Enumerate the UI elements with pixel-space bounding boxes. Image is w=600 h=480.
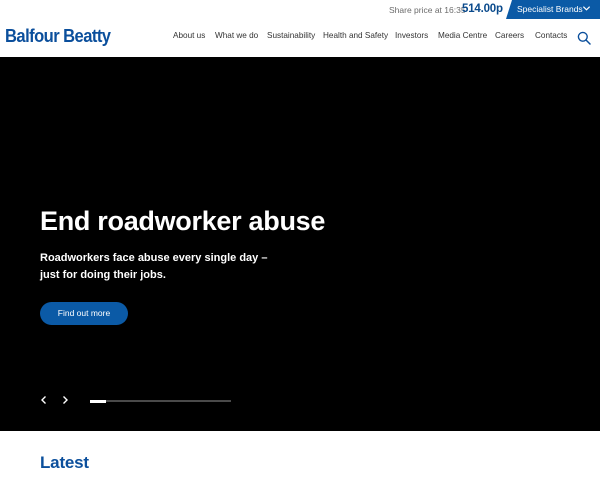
- utility-bar: Share price at 16:35 514.00p Specialist …: [0, 0, 600, 21]
- hero-title: End roadworker abuse: [40, 206, 326, 236]
- nav-about-us[interactable]: About us: [173, 31, 205, 40]
- nav-careers[interactable]: Careers: [495, 31, 524, 40]
- latest-heading: Latest: [40, 453, 89, 472]
- share-price-value: 514.00p: [462, 3, 503, 15]
- share-price-label: Share price at 16:35: [389, 5, 466, 15]
- slider-progress-fill: [90, 399, 106, 403]
- chevron-down-icon: [582, 6, 591, 11]
- nav-sustainability[interactable]: Sustainability: [267, 31, 315, 40]
- hero-banner: End roadworker abuse Roadworkers face ab…: [0, 57, 600, 431]
- chevron-left-icon[interactable]: [39, 394, 49, 406]
- nav-media-centre[interactable]: Media Centre: [438, 31, 487, 40]
- hero-subtitle-line-2: just for doing their jobs.: [40, 269, 166, 281]
- search-icon[interactable]: [577, 31, 591, 45]
- specialist-brands-label: Specialist Brands: [517, 4, 583, 14]
- nav-contacts[interactable]: Contacts: [535, 31, 567, 40]
- balfour-beatty-logo[interactable]: Balfour Beatty: [5, 26, 111, 47]
- find-out-more-button[interactable]: Find out more: [40, 302, 128, 325]
- specialist-brands-dropdown[interactable]: Specialist Brands: [506, 0, 600, 19]
- chevron-right-icon[interactable]: [60, 394, 70, 406]
- nav-health-and-safety[interactable]: Health and Safety: [323, 31, 388, 40]
- nav-investors[interactable]: Investors: [395, 31, 428, 40]
- hero-subtitle: Roadworkers face abuse every single day …: [40, 250, 270, 284]
- nav-what-we-do[interactable]: What we do: [215, 31, 258, 40]
- hero-subtitle-line-1: Roadworkers face abuse every single day …: [40, 252, 268, 264]
- slider-progress-track: [90, 399, 231, 403]
